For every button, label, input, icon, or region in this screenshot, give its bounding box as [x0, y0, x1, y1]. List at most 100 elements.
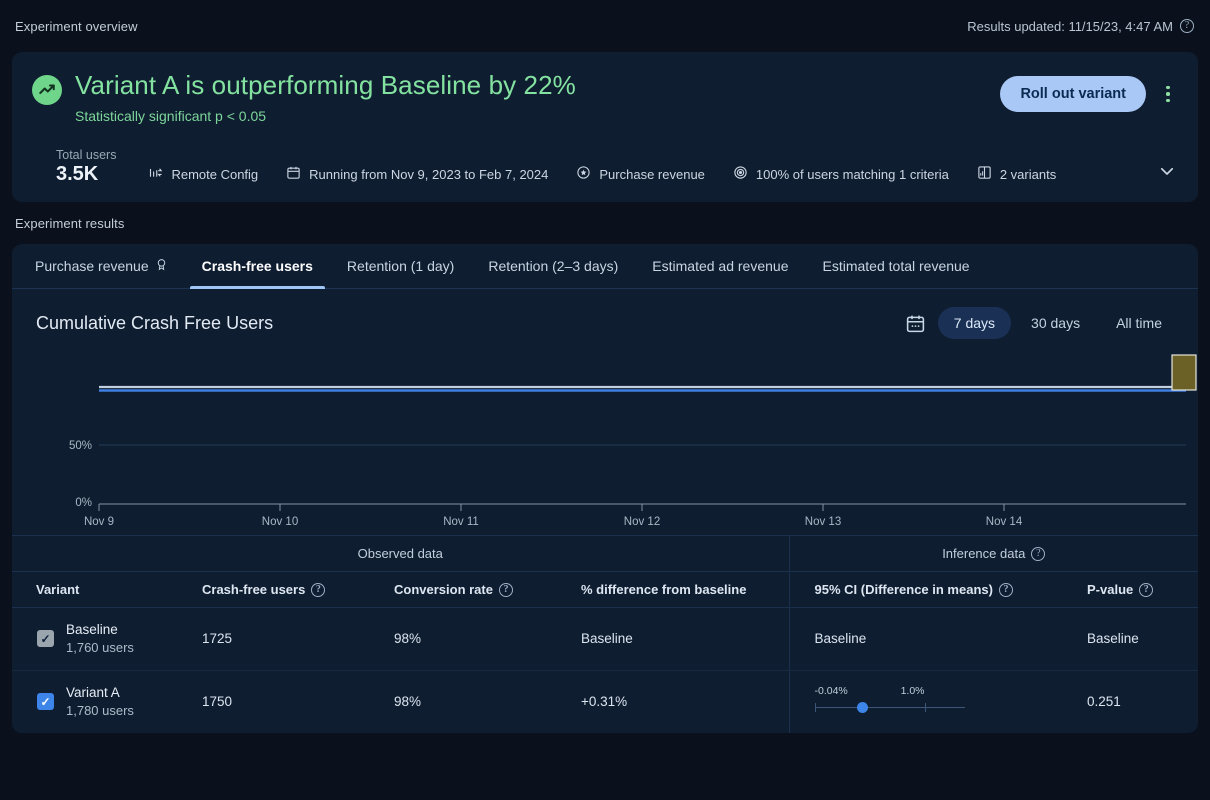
cell-variant: ✓ Baseline 1,760 users	[12, 607, 202, 671]
experiment-results-label: Experiment results	[15, 215, 125, 231]
range-30-days[interactable]: 30 days	[1015, 307, 1096, 339]
experiment-meta-row: Total users 3.5K Remote Config Running f…	[32, 148, 1182, 186]
help-icon[interactable]: ?	[498, 582, 513, 597]
column-header-label: Crash-free users	[202, 582, 306, 597]
cell-p-value: 0.251	[1087, 694, 1121, 710]
table-row[interactable]: ✓ Baseline 1,760 users 1725 98% Baseline…	[12, 607, 1198, 671]
range-all-time[interactable]: All time	[1100, 307, 1178, 339]
table-column-header-row: Variant Crash-free users ? Conversion ra…	[12, 571, 1198, 608]
table-group-header-row: Observed data Inference data ?	[12, 535, 1198, 572]
goal-badge-icon	[155, 258, 168, 274]
tab-label: Purchase revenue	[35, 258, 149, 274]
overview-actions: Roll out variant	[1000, 70, 1182, 112]
cell-conversion-rate: 98%	[394, 694, 422, 710]
headline-block: Variant A is outperforming Baseline by 2…	[28, 70, 576, 124]
tab-label: Estimated ad revenue	[652, 258, 789, 274]
column-header-label: Variant	[36, 582, 80, 597]
cell-p-value: Baseline	[1087, 607, 1198, 671]
variant-name: Baseline	[66, 622, 118, 637]
meta-variants[interactable]: 2 variants	[977, 165, 1056, 186]
help-icon[interactable]: ?	[311, 582, 326, 597]
group-header-inference-data: Inference data ?	[788, 535, 1198, 572]
column-header-crash-free-users: Crash-free users ?	[202, 571, 394, 608]
tab-estimated-total-revenue[interactable]: Estimated total revenue	[811, 244, 982, 288]
expand-details-chevron-down-icon[interactable]	[1152, 156, 1182, 186]
column-header-label: P-value	[1087, 582, 1134, 597]
page-title: Variant A is outperforming Baseline by 2…	[75, 70, 576, 100]
column-header-label: 95% CI (Difference in means)	[814, 582, 993, 597]
confidence-interval-chart: -0.04% 1.0%	[814, 684, 965, 719]
ci-point-marker	[856, 701, 868, 713]
help-icon[interactable]: ?	[1031, 546, 1046, 561]
help-icon[interactable]: ?	[1180, 19, 1194, 33]
xtick-0: Nov 9	[84, 516, 114, 528]
variants-icon	[977, 165, 992, 183]
significance-subtitle: Statistically significant p < 0.05	[75, 108, 267, 125]
column-header-variant: Variant	[12, 571, 202, 608]
ytick-0: 0%	[75, 497, 92, 509]
ci-cap-high	[924, 702, 926, 712]
experiment-overview-card: Variant A is outperforming Baseline by 2…	[12, 52, 1198, 202]
date-range-selector: 7 days 30 days All time	[905, 307, 1178, 339]
column-header-p-value: P-value ?	[1087, 571, 1198, 608]
ytick-50: 50%	[69, 440, 92, 452]
help-icon[interactable]: ?	[1139, 582, 1154, 597]
meta-label: Remote Config	[171, 166, 259, 182]
experiment-results-table: Observed data Inference data ? Variant C…	[12, 535, 1198, 733]
meta-remote-config[interactable]: Remote Config	[148, 165, 258, 186]
results-topbar: Experiment results	[0, 202, 1210, 244]
row-checkbox[interactable]: ✓	[37, 693, 54, 711]
total-users-label: Total users	[56, 148, 117, 162]
meta-label: Running from Nov 9, 2023 to Feb 7, 2024	[309, 166, 549, 182]
target-star-icon	[576, 165, 591, 183]
chart-header: Cumulative Crash Free Users 7 days 30 da…	[12, 289, 1198, 345]
chart-title: Cumulative Crash Free Users	[36, 312, 274, 333]
meta-label: Purchase revenue	[599, 166, 705, 182]
meta-purchase-revenue[interactable]: Purchase revenue	[576, 165, 705, 186]
cumulative-crash-free-users-chart[interactable]: 50% 0% Nov 9 Nov 10 Nov 11 Nov 12 Nov 13…	[22, 345, 1197, 535]
results-updated-text: Results updated: 11/15/23, 4:47 AM	[967, 18, 1173, 34]
more-options-icon[interactable]	[1154, 78, 1182, 110]
help-icon[interactable]: ?	[998, 582, 1013, 597]
meta-label: 2 variants	[999, 166, 1057, 182]
row-checkbox[interactable]: ✓	[37, 630, 54, 648]
overview-headline-row: Variant A is outperforming Baseline by 2…	[28, 70, 1182, 124]
group-header-observed-data: Observed data	[12, 535, 789, 572]
tab-crash-free-users[interactable]: Crash-free users	[189, 244, 326, 289]
xtick-1: Nov 10	[262, 516, 298, 528]
tab-label: Retention (2–3 days)	[488, 258, 619, 274]
ci-high-label: 1.0%	[900, 684, 925, 697]
tab-purchase-revenue[interactable]: Purchase revenue	[23, 244, 180, 288]
experiment-results-card: Purchase revenue Crash-free users Retent…	[12, 244, 1198, 733]
meta-label: 100% of users matching 1 criteria	[755, 166, 949, 182]
variant-users: 1,760 users	[66, 640, 134, 656]
cell-pct-difference: Baseline	[581, 607, 789, 671]
tab-retention-2-3-days[interactable]: Retention (2–3 days)	[476, 244, 630, 288]
metric-tabs: Purchase revenue Crash-free users Retent…	[12, 244, 1198, 289]
tab-label: Retention (1 day)	[346, 258, 455, 274]
range-7-days[interactable]: 7 days	[937, 307, 1012, 339]
calendar-range-icon	[905, 313, 926, 334]
xtick-2: Nov 11	[443, 516, 479, 528]
roll-out-variant-button[interactable]: Roll out variant	[1000, 76, 1146, 112]
overview-topbar: Experiment overview Results updated: 11/…	[0, 0, 1210, 52]
chart-tooltip-marker	[1171, 354, 1197, 391]
tab-retention-1-day[interactable]: Retention (1 day)	[335, 244, 466, 288]
cell-ci: -0.04% 1.0%	[788, 670, 1087, 733]
cell-pct-difference: +0.31%	[581, 694, 628, 710]
table-row[interactable]: ✓ Variant A 1,780 users 1750 98% +0.31% …	[12, 670, 1198, 733]
meta-running-dates[interactable]: Running from Nov 9, 2023 to Feb 7, 2024	[286, 165, 548, 186]
cell-variant: ✓ Variant A 1,780 users	[12, 670, 202, 732]
cell-crash-free-users: 1750	[202, 694, 233, 710]
cell-conversion-rate: 98%	[394, 607, 581, 671]
tab-label: Estimated total revenue	[822, 258, 970, 274]
cell-crash-free-users: 1725	[202, 607, 394, 671]
cell-ci: Baseline	[788, 607, 1087, 671]
xtick-4: Nov 13	[805, 516, 841, 528]
tab-estimated-ad-revenue[interactable]: Estimated ad revenue	[640, 244, 800, 288]
meta-audience[interactable]: 100% of users matching 1 criteria	[733, 165, 949, 186]
total-users-stat: Total users 3.5K	[32, 148, 116, 186]
column-header-pct-difference: % difference from baseline	[581, 571, 789, 608]
ci-line	[814, 706, 965, 709]
column-header-label: % difference from baseline	[581, 582, 747, 597]
